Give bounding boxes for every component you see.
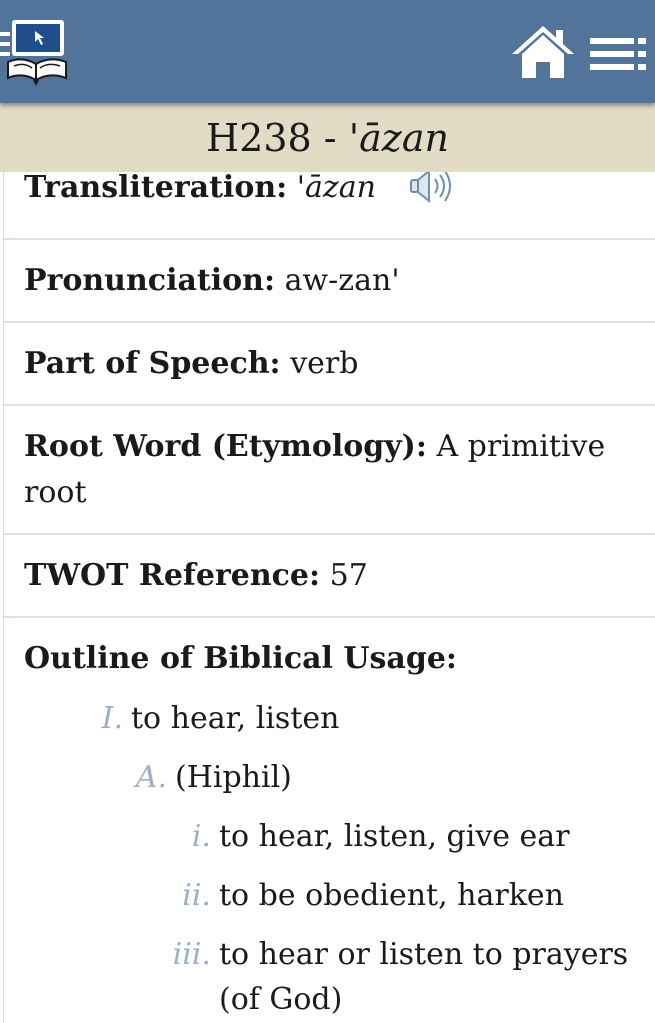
outline-label: Outline of Biblical Usage:: [24, 641, 457, 676]
outline-item: iii. to hear or listen to prayers (of Go…: [24, 932, 635, 1022]
part-of-speech-value: verb: [290, 346, 359, 381]
home-icon[interactable]: [510, 24, 576, 80]
transliteration-value: 'āzan: [296, 172, 376, 205]
outline-item: I. to hear, listen: [24, 696, 635, 741]
pronunciation-label: Pronunciation:: [24, 263, 276, 298]
outline-text: to hear, listen: [131, 701, 340, 736]
pronunciation-value: aw-zan': [284, 263, 400, 298]
outline-item: A. (Hiphil): [24, 755, 635, 800]
root-word-row: Root Word (Etymology): A primitive root: [4, 406, 655, 535]
outline-marker: i.: [191, 819, 211, 854]
pronunciation-row: Pronunciation: aw-zan': [4, 240, 655, 323]
outline-text: to hear, listen, give ear: [219, 819, 570, 854]
lexicon-entry: Transliteration: 'āzan Pronunciation: aw…: [3, 172, 655, 1023]
menu-icon[interactable]: [588, 36, 650, 72]
speaker-icon[interactable]: [407, 172, 457, 206]
outline-item: ii. to be obedient, harken: [24, 873, 635, 918]
outline-text: (Hiphil): [175, 760, 292, 795]
transliteration-row: Transliteration: 'āzan: [4, 172, 655, 240]
part-of-speech-label: Part of Speech:: [24, 346, 281, 381]
outline-list: I. to hear, listen A. (Hiphil) i. to hea…: [24, 696, 635, 1022]
outline-marker: A.: [135, 760, 167, 795]
twot-label: TWOT Reference:: [24, 558, 321, 593]
page-title: H238 - 'āzan: [0, 103, 655, 172]
outline-marker: ii.: [182, 878, 211, 913]
transliteration-label: Transliteration:: [24, 172, 288, 205]
part-of-speech-row: Part of Speech: verb: [4, 323, 655, 406]
title-word: 'āzan: [348, 115, 449, 160]
outline-marker: I.: [101, 701, 123, 736]
outline-text: to be obedient, harken: [219, 878, 564, 913]
outline-text: to hear or listen to prayers (of God): [219, 937, 629, 1017]
outline-marker: iii.: [172, 937, 211, 972]
title-separator: -: [311, 115, 349, 160]
top-nav-bar: [0, 0, 655, 103]
outline-item: i. to hear, listen, give ear: [24, 814, 635, 859]
outline-section: Outline of Biblical Usage: I. to hear, l…: [4, 618, 655, 1022]
root-word-label: Root Word (Etymology):: [24, 429, 427, 464]
twot-reference-row: TWOT Reference: 57: [4, 535, 655, 618]
twot-value[interactable]: 57: [330, 558, 368, 593]
bible-computer-logo-icon[interactable]: [0, 18, 72, 88]
strongs-number: H238: [206, 115, 312, 160]
